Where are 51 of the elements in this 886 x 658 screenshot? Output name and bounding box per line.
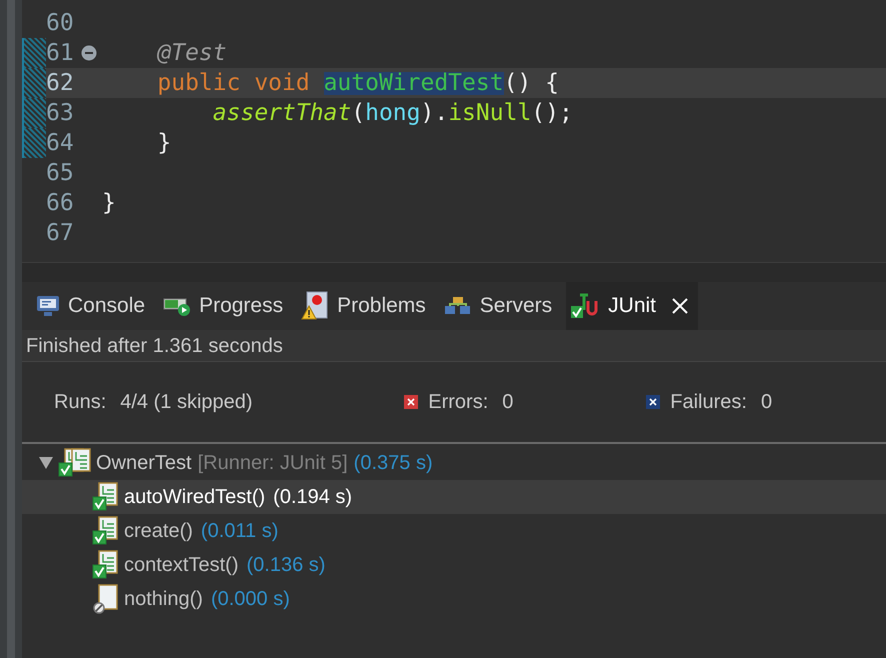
test-suite-passed-icon xyxy=(58,448,92,478)
warning-flag-icon xyxy=(301,291,330,321)
line-number: 63 xyxy=(46,102,75,124)
collapse-icon[interactable] xyxy=(81,45,97,61)
line-number: 65 xyxy=(46,162,75,184)
line-number: 66 xyxy=(46,192,75,214)
tree-item[interactable]: nothing() (0.000 s) xyxy=(22,582,886,616)
code-token: assertThat xyxy=(212,102,352,124)
errors-label: Errors: xyxy=(428,390,488,415)
view-tab[interactable]: Console xyxy=(32,282,150,330)
runs-count: 4/4 (1 skipped) xyxy=(120,390,254,415)
servers-icon xyxy=(444,296,472,316)
failures-label: Failures: xyxy=(670,390,747,415)
code-token: () { xyxy=(504,72,559,94)
view-tab[interactable]: Servers xyxy=(440,282,556,330)
code-token: autoWiredTest xyxy=(324,72,504,94)
tree-item[interactable]: autoWiredTest() (0.194 s) xyxy=(22,480,886,514)
test-passed-icon xyxy=(92,482,120,512)
errors-count: 0 xyxy=(502,390,514,415)
runs-label: Runs: xyxy=(54,390,106,415)
line-number: 60 xyxy=(46,12,75,34)
code-token: ). xyxy=(420,102,448,124)
junit-logo-icon xyxy=(570,292,600,320)
test-passed-icon xyxy=(92,516,120,546)
line-number: 67 xyxy=(46,222,75,244)
test-skipped-icon xyxy=(92,584,120,614)
view-tab[interactable]: Problems xyxy=(297,282,430,330)
view-tab[interactable]: Progress xyxy=(159,282,288,330)
tree-item[interactable]: contextTest() (0.136 s) xyxy=(22,548,886,582)
tree-item[interactable]: create() (0.011 s) xyxy=(22,514,886,548)
tree-item[interactable]: OwnerTest [Runner: JUnit 5] (0.375 s) xyxy=(22,446,886,480)
line-number: 61 xyxy=(46,42,75,64)
monitor-icon xyxy=(36,295,60,317)
code-token: ( xyxy=(351,102,366,124)
line-number: 64 xyxy=(46,132,75,154)
expanded-triangle-icon[interactable] xyxy=(38,456,54,470)
error-icon xyxy=(404,395,418,409)
code-token: isNull xyxy=(448,102,532,124)
code-token: } xyxy=(156,132,172,154)
test-passed-icon xyxy=(92,550,120,580)
view-tab[interactable]: JUnit xyxy=(566,282,698,330)
code-token: hong xyxy=(365,102,420,124)
line-number: 62 xyxy=(46,72,75,94)
code-token: } xyxy=(102,192,116,214)
code-token: @Test xyxy=(156,42,227,64)
close-icon[interactable] xyxy=(672,298,688,314)
code-token: (); xyxy=(531,102,573,124)
code-token: public void xyxy=(156,72,311,94)
status-message: Finished after 1.361 seconds xyxy=(22,330,886,362)
failures-count: 0 xyxy=(760,390,772,415)
failure-icon xyxy=(646,395,660,409)
